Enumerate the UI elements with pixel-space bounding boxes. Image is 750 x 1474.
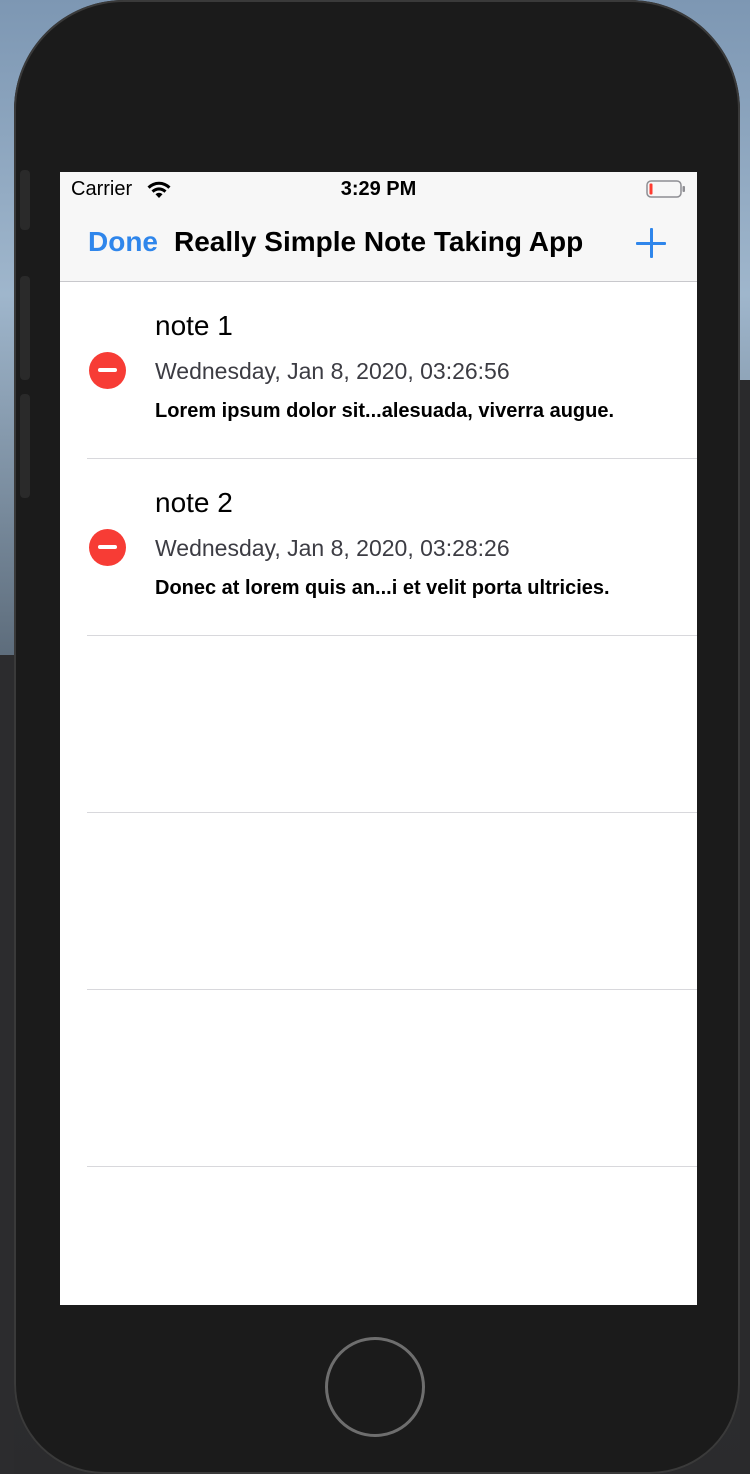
notes-table: note 1 Wednesday, Jan 8, 2020, 03:26:56 … — [60, 282, 697, 1167]
status-bar: Carrier 3:29 PM — [60, 172, 697, 208]
empty-row — [87, 636, 697, 813]
note-date: Wednesday, Jan 8, 2020, 03:28:26 — [155, 535, 510, 561]
navigation-bar: Done Really Simple Note Taking App — [60, 208, 697, 282]
battery-icon — [646, 180, 685, 198]
plus-icon-vertical — [650, 228, 653, 258]
mute-switch — [20, 170, 30, 230]
status-time: 3:29 PM — [340, 178, 417, 200]
volume-up-button — [20, 276, 30, 380]
add-note-button[interactable] — [634, 226, 668, 260]
desktop-background-right-strip — [740, 380, 750, 1474]
page-title: Really Simple Note Taking App — [174, 226, 584, 257]
empty-row — [87, 990, 697, 1167]
desktop-background-strip — [0, 655, 14, 1474]
done-button[interactable]: Done — [88, 226, 158, 258]
device-screen: Carrier 3:29 PM Done Really Simple Note … — [60, 172, 697, 1305]
note-title: note 2 — [155, 487, 233, 518]
note-date: Wednesday, Jan 8, 2020, 03:26:56 — [155, 358, 510, 384]
note-title: note 1 — [155, 310, 233, 341]
note-preview: Donec at lorem quis an...i et velit port… — [155, 577, 610, 599]
delete-minus-icon[interactable] — [89, 352, 126, 389]
note-preview: Lorem ipsum dolor sit...alesuada, viverr… — [155, 400, 615, 422]
delete-minus-icon[interactable] — [89, 529, 126, 566]
home-button[interactable] — [325, 1337, 425, 1437]
volume-down-button — [20, 394, 30, 498]
note-row[interactable]: note 2 Wednesday, Jan 8, 2020, 03:28:26 … — [87, 459, 697, 636]
empty-row — [87, 813, 697, 990]
note-row[interactable]: note 1 Wednesday, Jan 8, 2020, 03:26:56 … — [87, 282, 697, 459]
